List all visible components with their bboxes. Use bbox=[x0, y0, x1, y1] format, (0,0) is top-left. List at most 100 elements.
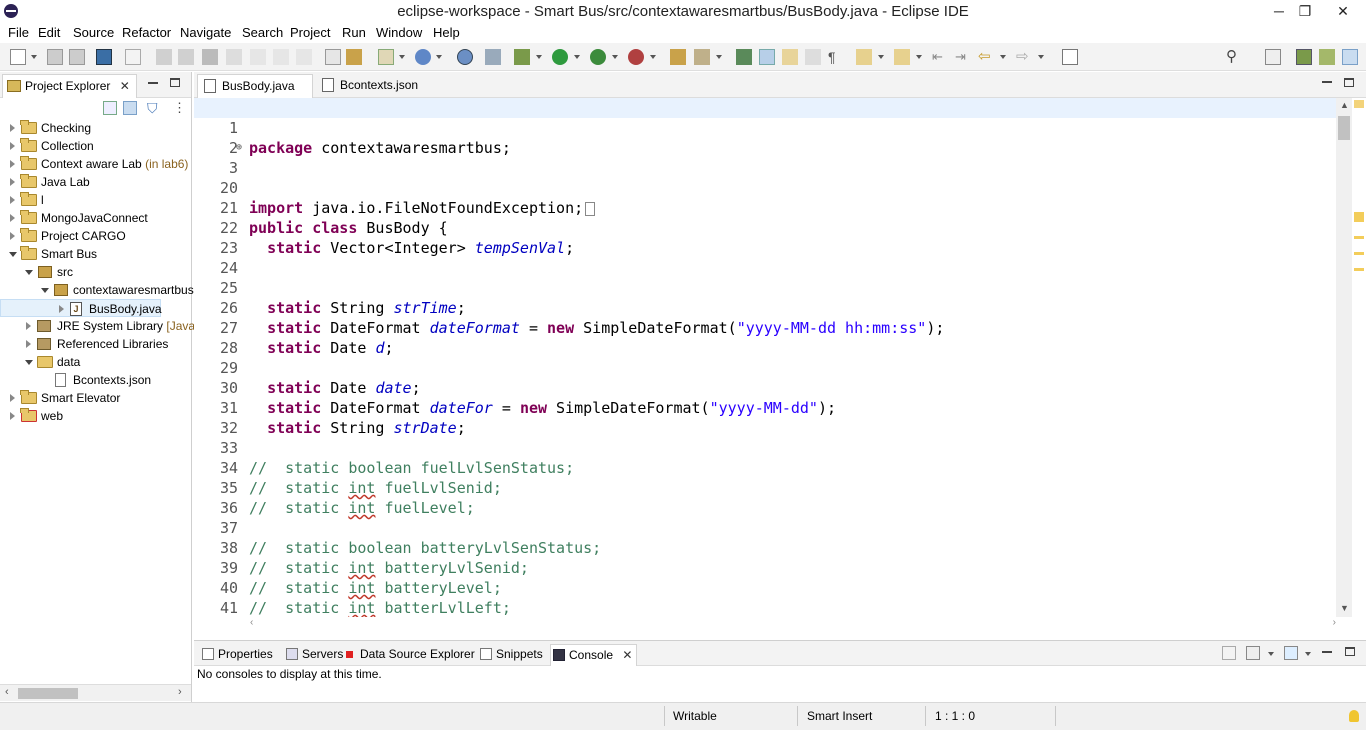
status-insert-mode[interactable]: Smart Insert bbox=[807, 709, 872, 723]
open-console-icon[interactable] bbox=[96, 49, 112, 65]
code-editor[interactable]: 1 package contextawaresmartbus; 2 3 ⊕ im… bbox=[194, 98, 1336, 617]
tab-busbody-java[interactable]: BusBody.java ✕ bbox=[197, 74, 313, 115]
step-into-icon[interactable] bbox=[250, 49, 266, 65]
menu-edit[interactable]: Edit bbox=[38, 25, 60, 40]
scroll-down-icon[interactable]: ▼ bbox=[1340, 603, 1349, 613]
expand-arrow-icon[interactable] bbox=[10, 232, 15, 240]
maximize-editor-icon[interactable] bbox=[1344, 78, 1354, 87]
new-java-class-icon[interactable] bbox=[415, 49, 431, 65]
tab-data-source-explorer[interactable]: Data Source Explorer bbox=[342, 644, 475, 666]
external-tools-dropdown-icon[interactable] bbox=[650, 55, 656, 59]
scroll-left-icon[interactable]: ‹ bbox=[5, 686, 9, 698]
save-all-icon[interactable] bbox=[69, 49, 85, 65]
previous-annotation-dropdown-icon[interactable] bbox=[916, 55, 922, 59]
menu-window[interactable]: Window bbox=[376, 25, 422, 40]
menu-refactor[interactable]: Refactor bbox=[122, 25, 171, 40]
minimize-button[interactable]: ─ bbox=[1266, 1, 1292, 21]
toggle-ant-editor-icon[interactable] bbox=[736, 49, 752, 65]
expand-fold-icon[interactable]: ⊕ bbox=[236, 143, 242, 153]
new-java-package-icon[interactable] bbox=[378, 49, 394, 65]
menu-help[interactable]: Help bbox=[433, 25, 460, 40]
tab-console[interactable]: Console ✕ bbox=[550, 644, 638, 666]
editor-horizontal-scrollbar[interactable]: ‹ › bbox=[250, 617, 1336, 628]
view-menu-icon[interactable]: ⋮ bbox=[173, 101, 187, 115]
menu-search[interactable]: Search bbox=[242, 25, 283, 40]
run-server-icon[interactable] bbox=[590, 49, 606, 65]
new-icon[interactable] bbox=[10, 49, 26, 65]
scroll-thumb[interactable] bbox=[18, 688, 78, 699]
scroll-left-icon[interactable]: ‹ bbox=[250, 617, 253, 628]
pin-console-icon[interactable] bbox=[1222, 646, 1236, 660]
use-step-filters-icon[interactable] bbox=[325, 49, 341, 65]
scroll-up-icon[interactable]: ▲ bbox=[1340, 100, 1349, 110]
back-dropdown-icon[interactable] bbox=[1000, 55, 1006, 59]
expand-arrow-icon[interactable] bbox=[10, 160, 15, 168]
scroll-right-icon[interactable]: › bbox=[1333, 617, 1336, 628]
expand-arrow-icon[interactable] bbox=[10, 214, 15, 222]
warning-summary-icon[interactable] bbox=[1354, 100, 1364, 108]
expand-arrow-icon[interactable] bbox=[10, 394, 15, 402]
toggle-mark-occurrences-icon[interactable] bbox=[759, 49, 775, 65]
show-whitespace-icon[interactable]: ¶ bbox=[828, 49, 844, 65]
minimize-editor-icon[interactable] bbox=[1322, 81, 1332, 83]
maximize-panel-icon[interactable] bbox=[1345, 647, 1355, 656]
disconnect-icon[interactable] bbox=[226, 49, 242, 65]
run-dropdown-icon[interactable] bbox=[574, 55, 580, 59]
collapse-arrow-icon[interactable] bbox=[25, 270, 33, 275]
open-task-icon[interactable] bbox=[485, 49, 501, 65]
expand-arrow-icon[interactable] bbox=[26, 340, 31, 348]
menu-file[interactable]: File bbox=[8, 25, 29, 40]
last-edit-location-icon[interactable]: ⇤ bbox=[932, 49, 948, 65]
restore-button[interactable]: ❐ bbox=[1292, 1, 1318, 21]
forward-icon[interactable]: ⇨ bbox=[1016, 49, 1032, 65]
expand-arrow-icon[interactable] bbox=[26, 322, 31, 330]
overview-marker[interactable] bbox=[1354, 236, 1364, 239]
open-console-icon[interactable] bbox=[1284, 646, 1298, 660]
new-java-class-dropdown-icon[interactable] bbox=[436, 55, 442, 59]
forward-dropdown-icon[interactable] bbox=[1038, 55, 1044, 59]
forward-edit-icon[interactable]: ⇥ bbox=[955, 49, 971, 65]
terminate-icon[interactable] bbox=[202, 49, 218, 65]
search-tool-icon[interactable] bbox=[694, 49, 710, 65]
tab-bcontexts-json[interactable]: Bcontexts.json bbox=[316, 74, 426, 98]
collapse-all-icon[interactable] bbox=[103, 101, 117, 115]
toggle-word-wrap-icon[interactable] bbox=[805, 49, 821, 65]
maximize-view-icon[interactable] bbox=[170, 78, 180, 87]
debug-dropdown-icon[interactable] bbox=[536, 55, 542, 59]
run-server-dropdown-icon[interactable] bbox=[612, 55, 618, 59]
display-console-icon[interactable] bbox=[1246, 646, 1260, 660]
save-icon[interactable] bbox=[47, 49, 63, 65]
run-icon[interactable] bbox=[552, 49, 568, 65]
explorer-horizontal-scrollbar[interactable]: ‹ › bbox=[0, 684, 191, 701]
display-console-dropdown-icon[interactable] bbox=[1268, 652, 1274, 656]
overview-marker[interactable] bbox=[1354, 212, 1364, 222]
close-icon[interactable]: ✕ bbox=[622, 648, 632, 662]
menu-source[interactable]: Source bbox=[73, 25, 114, 40]
link-with-editor-icon[interactable] bbox=[123, 101, 137, 115]
new-java-package-dropdown-icon[interactable] bbox=[399, 55, 405, 59]
editor-vertical-scrollbar[interactable]: ▲ ▼ bbox=[1336, 98, 1352, 617]
close-icon[interactable]: ✕ bbox=[120, 79, 130, 93]
minimize-view-icon[interactable] bbox=[148, 82, 158, 84]
step-over-icon[interactable] bbox=[273, 49, 289, 65]
toggle-block-selection-icon[interactable] bbox=[782, 49, 798, 65]
overview-marker[interactable] bbox=[1354, 252, 1364, 255]
debug-icon[interactable] bbox=[514, 49, 530, 65]
next-annotation-dropdown-icon[interactable] bbox=[878, 55, 884, 59]
resume-icon[interactable] bbox=[156, 49, 172, 65]
filter-icon[interactable]: ⛉ bbox=[147, 101, 161, 115]
external-tools-icon[interactable] bbox=[628, 49, 644, 65]
minimize-panel-icon[interactable] bbox=[1322, 651, 1332, 653]
close-button[interactable]: ✕ bbox=[1330, 1, 1356, 21]
expand-arrow-icon[interactable] bbox=[10, 196, 15, 204]
collapse-arrow-icon[interactable] bbox=[41, 288, 49, 293]
open-type-icon[interactable] bbox=[670, 49, 686, 65]
expand-arrow-icon[interactable] bbox=[10, 178, 15, 186]
skip-breakpoints-icon[interactable] bbox=[125, 49, 141, 65]
expand-arrow-icon[interactable] bbox=[10, 412, 15, 420]
step-return-icon[interactable] bbox=[296, 49, 312, 65]
tree-item-busbody-java[interactable]: J BusBody.java bbox=[0, 299, 162, 317]
open-perspective-icon[interactable] bbox=[1265, 49, 1281, 65]
menu-run[interactable]: Run bbox=[342, 25, 366, 40]
tab-servers[interactable]: Servers bbox=[284, 644, 343, 666]
